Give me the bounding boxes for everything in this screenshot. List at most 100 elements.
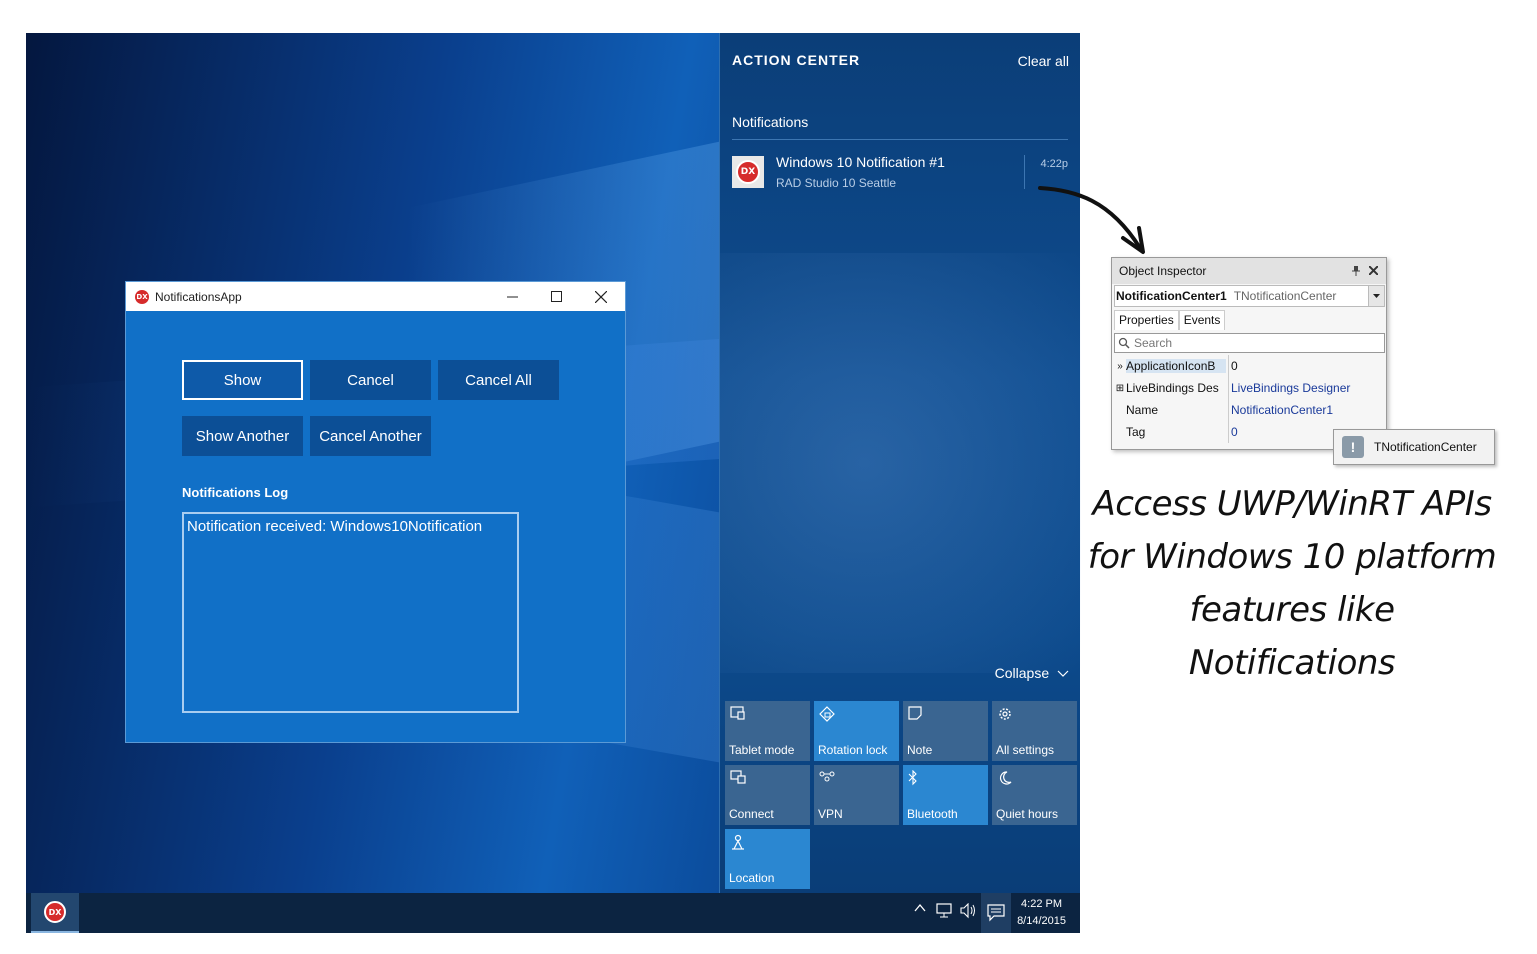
maximize-button[interactable] bbox=[534, 282, 578, 311]
tab-events[interactable]: Events bbox=[1178, 310, 1226, 330]
tab-properties[interactable]: Properties bbox=[1114, 310, 1179, 330]
taskbar-clock[interactable]: 4:22 PM 8/14/2015 bbox=[1017, 896, 1066, 930]
gear-icon bbox=[999, 708, 1011, 720]
property-value[interactable]: 0 bbox=[1228, 421, 1238, 443]
rotation-lock-icon bbox=[819, 706, 835, 722]
property-row[interactable]: ⊞ LiveBindings Des LiveBindings Designer bbox=[1114, 377, 1385, 399]
network-icon[interactable] bbox=[936, 903, 954, 919]
tile-all-settings[interactable]: All settings bbox=[992, 701, 1077, 761]
note-icon bbox=[908, 706, 922, 720]
tile-label: Rotation lock bbox=[818, 743, 888, 757]
annotation-caption: Access UWP/WinRT APIs for Windows 10 pla… bbox=[1082, 478, 1502, 690]
action-center-title: ACTION CENTER bbox=[732, 52, 861, 68]
tile-tablet-mode[interactable]: Tablet mode bbox=[725, 701, 810, 761]
tile-connect[interactable]: Connect bbox=[725, 765, 810, 825]
notifications-app-window: DX NotificationsApp Show Cancel Cancel A… bbox=[125, 281, 626, 743]
clear-all-link[interactable]: Clear all bbox=[1018, 53, 1069, 69]
component-icon: ! bbox=[1342, 436, 1364, 458]
moon-icon bbox=[999, 771, 1012, 785]
notifications-log-label: Notifications Log bbox=[182, 485, 289, 500]
location-icon bbox=[732, 834, 744, 850]
action-center-button[interactable] bbox=[981, 893, 1011, 933]
clock-time: 4:22 PM bbox=[1021, 898, 1063, 910]
pin-icon[interactable] bbox=[1352, 266, 1360, 276]
tile-label: Connect bbox=[729, 807, 774, 821]
tile-label: All settings bbox=[996, 743, 1055, 757]
chevron-up-icon[interactable] bbox=[914, 903, 926, 913]
annotation-arrow bbox=[1038, 186, 1145, 254]
collapse-label: Collapse bbox=[994, 665, 1050, 681]
search-placeholder: Search bbox=[1134, 336, 1173, 350]
close-icon[interactable] bbox=[1369, 266, 1378, 275]
minimize-icon bbox=[506, 296, 518, 298]
close-icon bbox=[595, 290, 607, 303]
object-inspector-panel: Object Inspector NotificationCenter1 TNo… bbox=[1111, 257, 1387, 450]
tile-note[interactable]: Note bbox=[903, 701, 988, 761]
tile-quiet-hours[interactable]: Quiet hours bbox=[992, 765, 1077, 825]
tile-vpn[interactable]: VPN bbox=[814, 765, 899, 825]
cancel-button[interactable]: Cancel bbox=[310, 360, 431, 400]
action-center-backdrop bbox=[720, 253, 1081, 673]
inspector-tabs: Properties Events bbox=[1114, 310, 1226, 330]
tile-label: VPN bbox=[818, 807, 843, 821]
component-selector[interactable]: NotificationCenter1 TNotificationCenter bbox=[1114, 285, 1385, 307]
minimize-button[interactable] bbox=[490, 282, 534, 311]
property-name: ApplicationIconB bbox=[1126, 359, 1226, 373]
dx-logo-icon: DX bbox=[44, 901, 66, 923]
property-name: Name bbox=[1126, 403, 1159, 417]
tile-label: Quiet hours bbox=[996, 807, 1059, 821]
collapse-button[interactable]: Collapse bbox=[995, 665, 1069, 681]
action-center-panel: ACTION CENTER Clear all Notifications DX… bbox=[719, 33, 1081, 893]
app-title: NotificationsApp bbox=[155, 289, 242, 304]
notification-time: 4:22p bbox=[1040, 158, 1068, 170]
taskbar-app-button[interactable]: DX bbox=[31, 893, 79, 933]
notification-title: Windows 10 Notification #1 bbox=[776, 154, 945, 170]
component-type: TNotificationCenter bbox=[1233, 289, 1337, 303]
expand-arrow-icon: » bbox=[1117, 360, 1123, 372]
property-value[interactable]: NotificationCenter1 bbox=[1228, 399, 1333, 421]
maximize-icon bbox=[550, 291, 562, 302]
notifications-section-header: Notifications bbox=[732, 114, 809, 130]
chevron-down-icon bbox=[1373, 294, 1380, 298]
cancel-all-button[interactable]: Cancel All bbox=[438, 360, 559, 400]
clock-date: 8/14/2015 bbox=[1017, 915, 1066, 927]
section-divider bbox=[732, 139, 1068, 140]
property-name: LiveBindings Des bbox=[1126, 381, 1219, 395]
tile-location[interactable]: Location bbox=[725, 829, 810, 889]
property-row[interactable]: » ApplicationIconB 0 bbox=[1114, 355, 1385, 377]
dx-logo-icon: DX bbox=[736, 160, 760, 184]
property-search-field[interactable]: Search bbox=[1114, 333, 1385, 353]
show-another-button[interactable]: Show Another bbox=[182, 416, 303, 456]
connect-icon bbox=[730, 770, 746, 784]
notification-icon bbox=[987, 904, 1005, 922]
tile-bluetooth[interactable]: Bluetooth bbox=[903, 765, 988, 825]
notification-app-icon: DX bbox=[732, 156, 764, 188]
tile-label: Note bbox=[907, 743, 933, 757]
search-icon bbox=[1118, 337, 1130, 349]
tooltip-text: TNotificationCenter bbox=[1374, 440, 1477, 454]
cancel-another-button[interactable]: Cancel Another bbox=[310, 416, 431, 456]
notification-divider bbox=[1024, 155, 1025, 189]
notification-source: RAD Studio 10 Seattle bbox=[776, 176, 897, 190]
dropdown-button[interactable] bbox=[1368, 286, 1384, 306]
property-value[interactable]: 0 bbox=[1228, 355, 1238, 377]
property-value[interactable]: LiveBindings Designer bbox=[1228, 377, 1350, 399]
component-name: NotificationCenter1 bbox=[1116, 289, 1227, 303]
chevron-down-icon bbox=[1057, 670, 1069, 677]
component-tooltip: ! TNotificationCenter bbox=[1333, 429, 1495, 465]
tablet-mode-icon bbox=[730, 706, 745, 720]
notifications-log-textbox[interactable]: Notification received: Windows10Notifica… bbox=[182, 512, 519, 713]
app-titlebar[interactable]: DX NotificationsApp bbox=[126, 282, 625, 311]
tile-label: Tablet mode bbox=[729, 743, 795, 757]
taskbar: DX 4:22 PM 8/14/2015 bbox=[26, 893, 1080, 933]
object-inspector-title: Object Inspector bbox=[1119, 264, 1207, 278]
annotation-line: for Windows 10 platform bbox=[1087, 537, 1497, 577]
property-row[interactable]: Name NotificationCenter1 bbox=[1114, 399, 1385, 421]
show-button[interactable]: Show bbox=[182, 360, 303, 400]
close-button[interactable] bbox=[579, 282, 623, 311]
expand-plus-icon[interactable]: ⊞ bbox=[1114, 383, 1126, 394]
volume-icon[interactable] bbox=[960, 903, 978, 919]
annotation-line: Access UWP/WinRT APIs bbox=[1092, 484, 1492, 524]
vpn-icon bbox=[819, 771, 835, 782]
tile-rotation-lock[interactable]: Rotation lock bbox=[814, 701, 899, 761]
